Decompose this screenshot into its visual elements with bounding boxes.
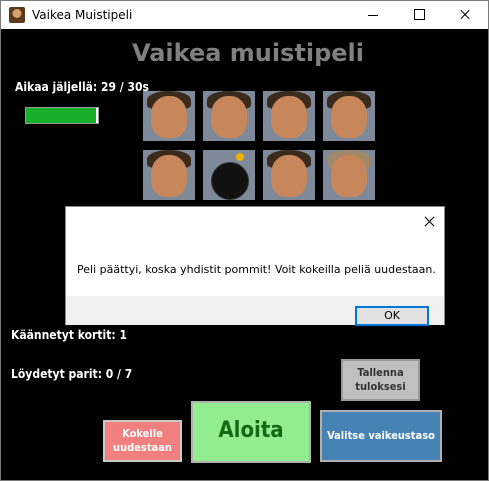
fuse-spark-icon bbox=[236, 153, 244, 161]
start-button[interactable]: Aloita bbox=[191, 401, 311, 463]
memory-card[interactable] bbox=[203, 150, 255, 200]
face-photo bbox=[271, 96, 307, 138]
game-over-dialog: Peli päättyi, koska yhdistit pommit! Voi… bbox=[65, 206, 445, 326]
minimize-button[interactable] bbox=[350, 1, 396, 29]
memory-card[interactable] bbox=[143, 150, 195, 200]
retry-button-line2: uudestaan bbox=[113, 441, 172, 454]
app-icon bbox=[9, 7, 25, 23]
memory-card[interactable] bbox=[203, 91, 255, 141]
turned-cards-label: Käännetyt kortit: 1 bbox=[11, 328, 127, 342]
window-title: Vaikea Muistipeli bbox=[32, 8, 133, 22]
memory-card[interactable] bbox=[323, 91, 375, 141]
save-button-line2: tuloksesi bbox=[355, 380, 406, 393]
game-window: Vaikea Muistipeli Vaikea muistipeli Aika… bbox=[0, 0, 489, 481]
retry-button-line1: Kokeile bbox=[122, 427, 163, 440]
timer-label: Aikaa jäljellä: 29 / 30s bbox=[15, 80, 149, 94]
title-bar: Vaikea Muistipeli bbox=[1, 1, 488, 29]
timer-progress-bar bbox=[25, 107, 99, 124]
memory-card[interactable] bbox=[143, 91, 195, 141]
face-photo bbox=[151, 96, 187, 138]
dialog-message: Peli päättyi, koska yhdistit pommit! Voi… bbox=[77, 263, 436, 276]
close-window-button[interactable] bbox=[442, 1, 488, 29]
game-title: Vaikea muistipeli bbox=[131, 39, 365, 67]
ok-button[interactable]: OK bbox=[355, 306, 429, 326]
memory-card[interactable] bbox=[263, 91, 315, 141]
face-photo bbox=[331, 96, 367, 138]
face-photo bbox=[151, 155, 187, 197]
face-photo bbox=[211, 96, 247, 138]
timer-progress-fill bbox=[26, 108, 96, 123]
save-results-button[interactable]: Tallenna tuloksesi bbox=[341, 359, 420, 401]
dialog-close-icon[interactable] bbox=[420, 212, 438, 230]
face-photo bbox=[331, 155, 367, 197]
face-photo bbox=[271, 155, 307, 197]
memory-card[interactable] bbox=[323, 150, 375, 200]
maximize-button[interactable] bbox=[396, 1, 442, 29]
choose-difficulty-button[interactable]: Valitse vaikeustaso bbox=[320, 410, 442, 462]
retry-button[interactable]: Kokeile uudestaan bbox=[103, 420, 182, 462]
memory-card[interactable] bbox=[263, 150, 315, 200]
found-pairs-label: Löydetyt parit: 0 / 7 bbox=[11, 367, 133, 381]
save-button-line1: Tallenna bbox=[357, 366, 404, 379]
bomb-icon bbox=[211, 162, 249, 200]
